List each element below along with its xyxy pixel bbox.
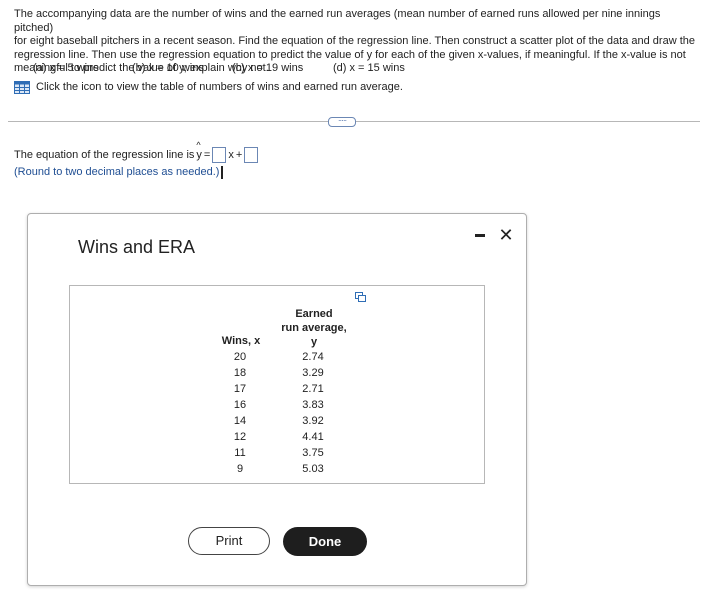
round-note-text: (Round to two decimal places as needed.)	[14, 166, 220, 178]
equation-prefix: The equation of the regression line is	[14, 149, 195, 161]
era-header-line: y	[310, 336, 318, 348]
minimize-icon[interactable]	[475, 234, 485, 237]
part-c: (c) x = 19 wins	[232, 62, 304, 74]
x-symbol: x	[228, 149, 234, 161]
expand-more-button[interactable]: ·····	[328, 117, 356, 127]
slope-input[interactable]	[212, 147, 227, 163]
wins-column: 20 18 17 16 14 12 11 9	[220, 349, 260, 477]
prompt-line: The accompanying data are the number of …	[14, 8, 661, 34]
era-cell: 2.74	[302, 351, 324, 363]
wins-cell: 9	[236, 463, 244, 475]
intercept-input[interactable]	[244, 147, 259, 163]
print-button[interactable]: Print	[188, 527, 270, 555]
view-table-text[interactable]: Click the icon to view the table of numb…	[36, 81, 403, 93]
view-table-link[interactable]: Click the icon to view the table of numb…	[14, 79, 403, 95]
wins-cell: 11	[234, 447, 246, 459]
era-cell: 3.83	[302, 399, 324, 411]
y-hat-symbol: y	[196, 140, 202, 161]
minimize-button[interactable]	[472, 226, 488, 244]
era-header-line: run average,	[281, 322, 347, 334]
era-header-line: Earned	[295, 308, 333, 320]
wins-era-dialog: Wins and ERA ✕ Wins, x Earned run averag…	[27, 213, 527, 586]
wins-cell: 18	[233, 367, 247, 379]
data-table-panel: Wins, x Earned run average, y 20 18 17 1…	[69, 285, 485, 484]
wins-cell: 17	[233, 383, 247, 395]
era-column-header: Earned run average, y	[274, 307, 354, 349]
text-cursor	[221, 165, 224, 179]
wins-cell: 14	[233, 415, 247, 427]
rounding-instruction: (Round to two decimal places as needed.)	[14, 164, 224, 180]
prompt-line: for eight baseball pitchers in a recent …	[14, 35, 695, 48]
plus-sign: +	[235, 149, 243, 161]
regression-equation: The equation of the regression line is y…	[14, 140, 260, 163]
problem-parts: (a) x = 5 wins (b) x = 10 wins (c) x = 1…	[0, 62, 705, 76]
close-button[interactable]: ✕	[497, 225, 515, 245]
wins-cell: 16	[233, 399, 247, 411]
era-cell: 3.92	[302, 415, 324, 427]
table-grid-icon[interactable]	[14, 80, 30, 94]
done-button[interactable]: Done	[283, 527, 367, 556]
wins-cell: 20	[233, 351, 247, 363]
era-cell: 3.75	[302, 447, 324, 459]
prompt-line: regression line. Then use the regression…	[14, 48, 686, 61]
part-a: (a) x = 5 wins	[33, 62, 99, 74]
wins-cell: 12	[233, 431, 247, 443]
era-column: 2.74 3.29 2.71 3.83 3.92 4.41 3.75 5.03	[293, 349, 333, 477]
era-cell: 5.03	[302, 463, 324, 475]
era-cell: 3.29	[302, 367, 324, 379]
equals-sign: =	[203, 149, 211, 161]
copy-icon[interactable]	[355, 292, 366, 303]
wins-column-header: Wins, x	[221, 335, 261, 347]
era-cell: 4.41	[302, 431, 324, 443]
part-b: (b) x = 10 wins	[132, 62, 204, 74]
part-d: (d) x = 15 wins	[333, 62, 405, 74]
dialog-title: Wins and ERA	[78, 237, 196, 257]
era-cell: 2.71	[302, 383, 324, 395]
